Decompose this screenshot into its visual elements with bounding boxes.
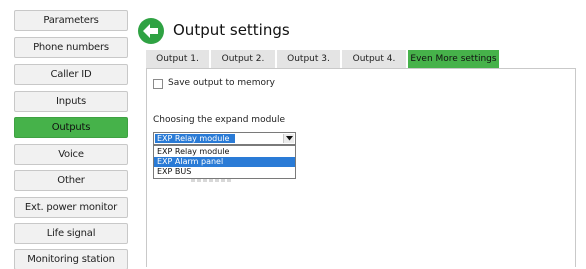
tab-bar: Output 1. Output 2. Output 3. Output 4. … bbox=[146, 50, 576, 68]
save-output-label[interactable]: Save output to memory bbox=[168, 78, 275, 88]
sidebar-item-voice[interactable]: Voice bbox=[14, 144, 128, 165]
tab-even-more-settings[interactable]: Even More settings bbox=[408, 50, 500, 68]
option-exp-bus[interactable]: EXP BUS bbox=[154, 167, 295, 177]
obscured-text bbox=[191, 179, 231, 182]
output-settings-panel: Output settings Output 1. Output 2. Outp… bbox=[136, 12, 576, 267]
sidebar-item-other[interactable]: Other bbox=[14, 170, 128, 191]
tab-output-1[interactable]: Output 1. bbox=[146, 50, 210, 68]
page-title: Output settings bbox=[173, 21, 290, 39]
expand-module-select[interactable]: EXP Relay module bbox=[153, 132, 296, 145]
expand-module-dropdown-list: EXP Relay module EXP Alarm panel EXP BUS bbox=[153, 145, 296, 179]
sidebar-item-parameters[interactable]: Parameters bbox=[14, 10, 128, 31]
back-arrow-icon[interactable] bbox=[138, 18, 164, 44]
sidebar-item-caller-id[interactable]: Caller ID bbox=[14, 64, 128, 85]
sidebar-item-life-signal[interactable]: Life signal bbox=[14, 223, 128, 244]
sidebar-item-monitoring-station[interactable]: Monitoring station bbox=[14, 249, 128, 269]
save-output-checkbox[interactable] bbox=[153, 79, 163, 89]
tab-output-3[interactable]: Output 3. bbox=[277, 50, 341, 68]
dropdown-arrow-button[interactable] bbox=[283, 134, 294, 143]
sidebar-item-inputs[interactable]: Inputs bbox=[14, 91, 128, 112]
tab-content: Save output to memory Choosing the expan… bbox=[146, 68, 576, 267]
chevron-down-icon bbox=[286, 136, 293, 141]
tab-output-4[interactable]: Output 4. bbox=[342, 50, 407, 68]
tab-output-2[interactable]: Output 2. bbox=[211, 50, 276, 68]
sidebar-item-ext-power-monitor[interactable]: Ext. power monitor bbox=[14, 197, 128, 218]
option-exp-relay-module[interactable]: EXP Relay module bbox=[154, 147, 295, 157]
sidebar-item-outputs[interactable]: Outputs bbox=[14, 117, 128, 138]
sidebar-item-phone-numbers[interactable]: Phone numbers bbox=[14, 37, 128, 58]
option-exp-alarm-panel[interactable]: EXP Alarm panel bbox=[154, 157, 295, 167]
expand-module-selected-value: EXP Relay module bbox=[155, 134, 235, 143]
expand-module-label: Choosing the expand module bbox=[153, 115, 286, 125]
